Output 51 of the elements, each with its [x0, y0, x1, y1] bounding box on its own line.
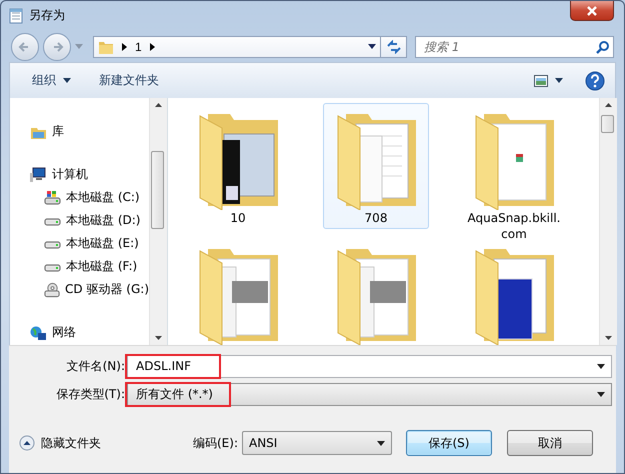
- dropdown-arrow-icon[interactable]: [368, 44, 376, 50]
- navigation-item[interactable]: CD 驱动器 (G:): [10, 278, 149, 302]
- window-title: 另存为: [29, 7, 66, 24]
- file-name-field[interactable]: ADSL.INF: [127, 354, 612, 378]
- picture-icon: [534, 74, 548, 87]
- navigation-item[interactable]: 本地磁盘 (F:): [10, 255, 149, 278]
- network-icon: [30, 324, 47, 341]
- breadcrumb-item[interactable]: 1: [135, 40, 142, 54]
- scrollbar-thumb[interactable]: [151, 151, 164, 230]
- folder-name: AquaSnap.bkill.com: [466, 210, 562, 242]
- computer-icon: [30, 166, 47, 183]
- folder-item[interactable]: AquaSnap.bkill.com: [461, 103, 567, 246]
- file-type-label: 保存类型(T):: [55, 386, 126, 403]
- caret-icon: [555, 78, 563, 84]
- chevron-icon[interactable]: [122, 42, 127, 51]
- hide-folders-button[interactable]: 隐藏文件夹: [9, 434, 193, 452]
- address-bar[interactable]: 1: [93, 36, 381, 58]
- file-name-label: 文件名(N):: [66, 358, 126, 375]
- navigation-item[interactable]: 网络: [10, 321, 149, 344]
- folder-item[interactable]: 10: [185, 103, 291, 230]
- navigation-item[interactable]: 库: [10, 120, 149, 144]
- encoding-dropdown[interactable]: ANSI: [242, 431, 392, 456]
- refresh-button[interactable]: [381, 36, 407, 58]
- notepad-icon: [9, 8, 23, 24]
- new-folder-button[interactable]: 新建文件夹: [93, 69, 165, 92]
- folder-name: 708: [364, 210, 388, 226]
- system-drive-icon: [44, 190, 61, 206]
- search-icon: [596, 40, 609, 54]
- chevron-icon[interactable]: [150, 42, 155, 51]
- dropdown-arrow-icon[interactable]: [597, 364, 605, 369]
- close-icon: [586, 6, 598, 16]
- caret-icon: [63, 78, 71, 84]
- navigation-item[interactable]: 本地磁盘 (D:): [10, 209, 149, 232]
- navigation-item[interactable]: 计算机: [10, 163, 149, 186]
- refresh-icon: [386, 40, 402, 54]
- save-button[interactable]: 保存(S): [406, 430, 492, 456]
- cd-drive-icon: [44, 282, 60, 298]
- navigation-item[interactable]: 本地磁盘 (E:): [10, 232, 149, 256]
- navigation-item[interactable]: 本地磁盘 (C:): [10, 186, 149, 210]
- cancel-button[interactable]: 取消: [507, 430, 593, 456]
- file-type-field[interactable]: 所有文件 (*.*): [127, 382, 612, 406]
- organize-menu-button[interactable]: 组织: [26, 69, 77, 92]
- help-icon[interactable]: [585, 70, 605, 91]
- close-button[interactable]: [570, 1, 614, 21]
- dropdown-arrow-icon[interactable]: [377, 440, 385, 446]
- dropdown-arrow-icon[interactable]: [597, 392, 605, 397]
- encoding-label: 编码(E):: [193, 434, 238, 452]
- folder-item[interactable]: 708: [323, 103, 429, 230]
- search-field[interactable]: 搜索 1: [415, 36, 614, 58]
- scrollbar-thumb[interactable]: [601, 115, 614, 134]
- folder-name: 10: [229, 210, 247, 226]
